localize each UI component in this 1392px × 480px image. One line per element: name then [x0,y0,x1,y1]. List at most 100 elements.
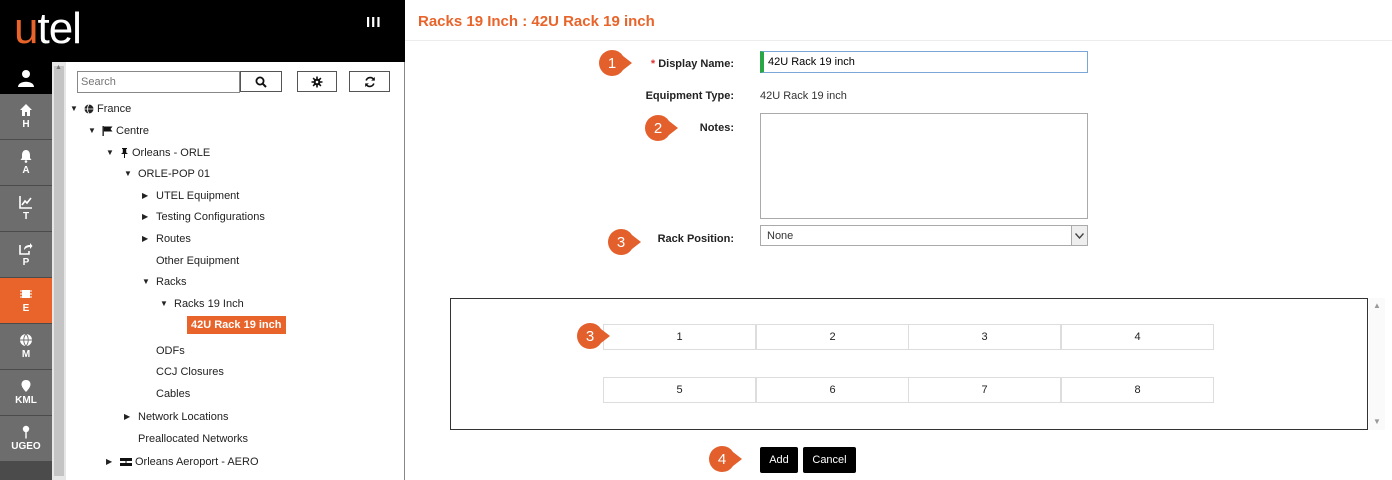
nav-item-t[interactable]: T [0,186,52,232]
nav-item-e[interactable]: E [0,278,52,324]
rack-position-cell[interactable]: 1 [603,324,756,350]
scroll-up-icon[interactable]: ▲ [1373,301,1381,310]
collapse-icon[interactable]: ▼ [124,165,138,183]
tree-node-label: CCJ Closures [156,366,224,378]
display-name-label-text: Display Name: [658,58,734,70]
expand-icon[interactable]: ▶ [142,230,156,248]
tree-node-routes[interactable]: ▶ Routes [142,230,191,248]
tree-node-network-locations[interactable]: ▶ Network Locations [124,408,229,426]
globe-small-icon [84,104,94,114]
callout-number: 1 [608,55,616,72]
rack-position-cell[interactable]: 3 [908,324,1061,350]
menu-toggle-icon[interactable]: III [366,14,382,31]
tree-node-racks[interactable]: ▼ Racks [142,273,187,291]
grid-scrollbar[interactable]: ▲ ▼ [1369,298,1385,430]
nav-item-a[interactable]: A [0,140,52,186]
search-icon [255,76,267,88]
chevron-down-icon[interactable] [1071,226,1087,245]
pin-icon [21,380,31,392]
rack-position-cell[interactable]: 2 [756,324,909,350]
tree-node-label: Other Equipment [156,255,240,267]
nav-item-p[interactable]: P [0,232,52,278]
tree-node-orleans[interactable]: ▼ Orleans - ORLE [106,144,210,162]
expand-icon[interactable]: ▶ [142,187,156,205]
tree-node-orleans-aeroport[interactable]: ▶ Orleans Aeroport - AERO [106,453,259,471]
tree-node-ccj-closures[interactable]: CCJ Closures [156,363,224,381]
user-icon[interactable] [0,62,52,94]
add-button[interactable]: Add [760,447,798,473]
tree-node-label: ORLE-POP 01 [138,168,210,180]
tree-node-testing-configurations[interactable]: ▶ Testing Configurations [142,208,265,226]
home-icon [20,104,32,116]
tree-node-label: Cables [156,388,191,400]
nav-label: A [22,165,30,176]
tree-scrollbar[interactable]: ▲ [52,62,66,480]
tree-node-other-equipment[interactable]: Other Equipment [156,252,239,270]
scrollbar-thumb[interactable] [54,66,64,476]
search-button[interactable] [240,71,282,92]
display-name-label: * Display Name: [635,58,734,70]
nav-label: M [21,349,31,360]
nav-item-ugeo[interactable]: UGEO [0,416,52,462]
callout-marker: 4 [709,445,742,473]
page-title: Racks 19 Inch : 42U Rack 19 inch [418,13,655,30]
rack-position-select[interactable]: None [760,225,1088,246]
rack-position-cell[interactable]: 4 [1061,324,1214,350]
nav-label: T [22,211,30,222]
tree-node-centre[interactable]: ▼ Centre [88,122,149,140]
notes-textarea[interactable] [760,113,1088,219]
tree-node-orle-pop[interactable]: ▼ ORLE-POP 01 [124,165,210,183]
main-content: Racks 19 Inch : 42U Rack 19 inch * Displ… [405,0,1392,480]
collapse-icon[interactable]: ▼ [142,273,156,291]
tree-node-label: Testing Configurations [156,211,265,223]
cancel-button[interactable]: Cancel [803,447,856,473]
search-input[interactable] [77,71,240,93]
settings-button[interactable] [297,71,337,92]
rack-position-cell[interactable]: 7 [908,377,1061,403]
nav-label: UGEO [11,441,41,452]
tree-node-label: Routes [156,233,191,245]
collapse-icon[interactable]: ▼ [70,100,84,118]
tree-node-42u-rack[interactable]: 42U Rack 19 inch [187,316,286,334]
rack-position-value: None [767,229,794,242]
expand-icon[interactable]: ▶ [106,453,120,471]
equipment-type-label: Equipment Type: [645,90,734,102]
nav-item-m[interactable]: M [0,324,52,370]
tree-node-utel-equipment[interactable]: ▶ UTEL Equipment [142,187,239,205]
rack-position-cell[interactable]: 6 [756,377,909,403]
nav-label: P [22,257,30,268]
nav-item-h[interactable]: H [0,94,52,140]
expand-icon[interactable]: ▶ [142,208,156,226]
scroll-down-icon[interactable]: ▼ [1373,417,1381,426]
refresh-button[interactable] [349,71,390,92]
callout-number: 3 [586,328,594,345]
nav-label: H [22,119,30,130]
tree-node-label: Centre [116,125,150,137]
tree-node-france[interactable]: ▼ France [70,100,131,118]
nav-label: E [22,303,30,314]
display-name-input[interactable] [760,51,1088,73]
tree-node-label: Orleans Aeroport - AERO [135,456,259,468]
callout-number: 3 [617,234,625,251]
gear-icon [311,76,323,87]
callout-number: 4 [718,451,726,468]
rack-position-cell[interactable]: 8 [1061,377,1214,403]
globe-icon [20,333,32,347]
logo-rest: tel [37,4,81,53]
tree-node-odfs[interactable]: ODFs [156,342,185,360]
collapse-icon[interactable]: ▼ [88,122,102,140]
nav-rail: H A T P E M KML UGEO [0,62,52,480]
collapse-icon[interactable]: ▼ [106,144,120,162]
nav-item-kml[interactable]: KML [0,370,52,416]
tree-node-label: Network Locations [138,411,229,423]
rack-position-cell[interactable]: 5 [603,377,756,403]
collapse-icon[interactable]: ▼ [160,295,174,313]
tree-node-cables[interactable]: Cables [156,385,190,403]
expand-icon[interactable]: ▶ [124,408,138,426]
tree-node-preallocated-networks[interactable]: Preallocated Networks [138,430,248,448]
tree-node-label: Racks [156,276,187,288]
tree-node-label: UTEL Equipment [156,190,240,202]
equipment-type-value: 42U Rack 19 inch [760,90,847,102]
tree-node-racks-19-inch[interactable]: ▼ Racks 19 Inch [160,295,244,313]
scroll-up-icon[interactable]: ▲ [55,64,62,71]
